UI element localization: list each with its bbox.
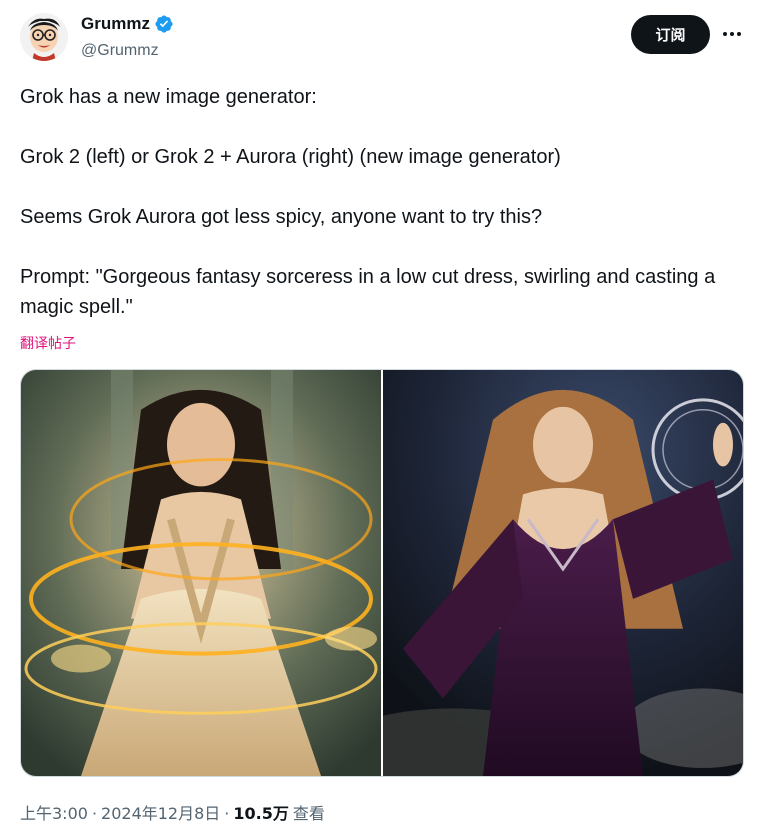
meta-separator: · — [91, 804, 98, 823]
author-name-row[interactable]: Grummz — [81, 14, 174, 34]
tweet-date[interactable]: 2024年12月8日 — [101, 800, 220, 824]
media-image-right[interactable] — [383, 370, 743, 776]
tweet-meta: 上午3:00 · 2024年12月8日 · 10.5万 查看 — [20, 800, 325, 824]
sorceress-gold-image — [21, 370, 381, 776]
tweet-text: Grok has a new image generator: Grok 2 (… — [20, 86, 716, 318]
verified-badge-icon — [155, 15, 173, 33]
more-dots-icon[interactable] — [717, 22, 747, 46]
views-label: 查看 — [292, 804, 325, 823]
tweet-time[interactable]: 上午3:00 — [20, 800, 88, 824]
avatar[interactable] — [20, 13, 68, 61]
author-handle[interactable]: @Grummz — [81, 42, 159, 60]
views-count: 10.5万 — [233, 804, 289, 823]
cartoon-avatar-icon — [20, 13, 68, 61]
meta-separator-2: · — [224, 804, 230, 823]
subscribe-button[interactable]: 订阅 — [631, 15, 710, 54]
translate-post-link[interactable]: 翻译帖子 — [20, 333, 76, 353]
media-image-left[interactable] — [21, 370, 381, 776]
author-display-name[interactable]: Grummz — [81, 14, 150, 34]
media-grid — [20, 369, 744, 777]
sorceress-purple-image — [383, 370, 743, 776]
